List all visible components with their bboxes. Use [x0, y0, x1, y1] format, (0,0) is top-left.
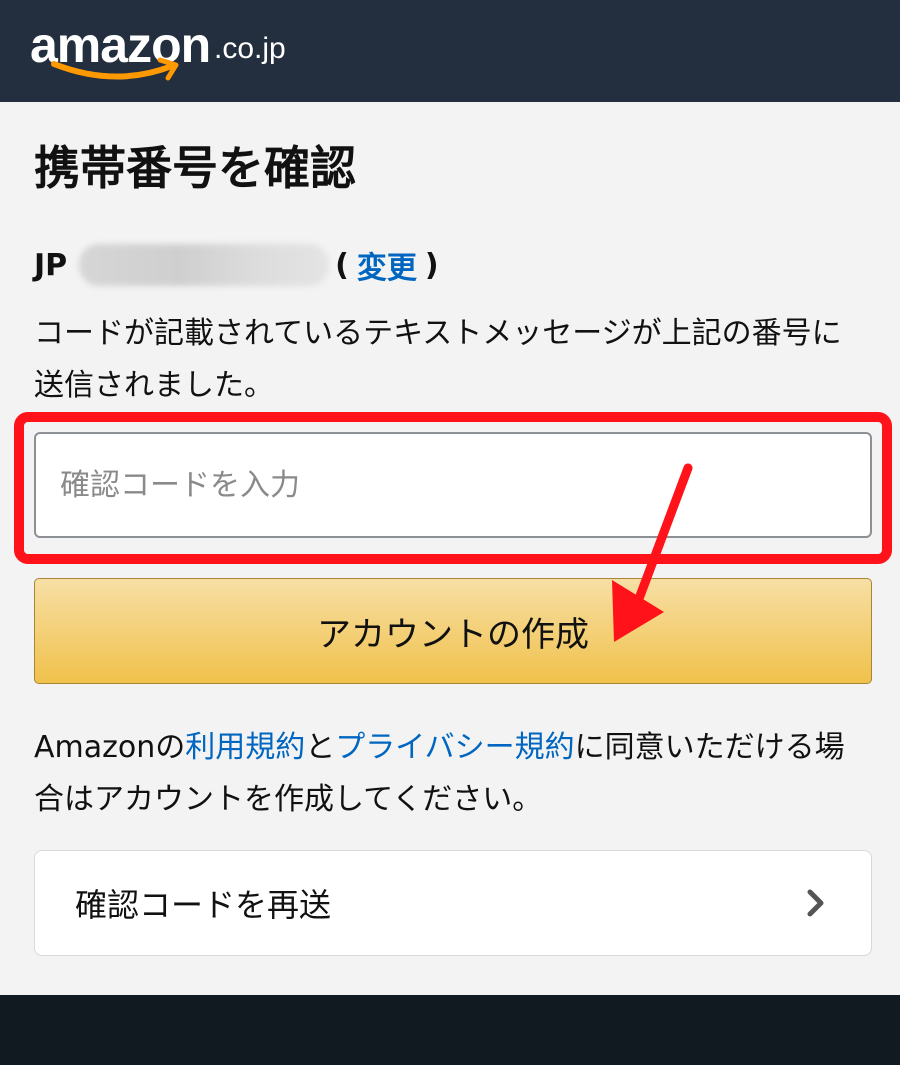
resend-code-label: 確認コードを再送	[75, 886, 332, 924]
terms-notice: Amazonの利用規約とプライバシー規約に同意いただける場合はアカウントを作成し…	[34, 722, 870, 826]
change-number-link[interactable]: 変更	[357, 243, 417, 287]
resend-code-button[interactable]: 確認コードを再送	[34, 850, 872, 956]
footer-bar	[0, 995, 900, 1065]
country-code: JP	[34, 247, 68, 283]
chevron-right-icon	[801, 888, 831, 918]
smile-arrow-icon	[51, 57, 179, 81]
create-account-button[interactable]: アカウントの作成	[34, 578, 872, 684]
close-paren: )	[424, 247, 439, 283]
phone-number-row: JP ( 変更 )	[34, 240, 439, 290]
amazon-logo[interactable]: amazon .co.jp	[30, 8, 310, 88]
privacy-policy-link[interactable]: プライバシー規約	[335, 730, 574, 765]
logo-domain: .co.jp	[214, 32, 286, 65]
sms-sent-description: コードが記載されているテキストメッセージが上記の番号に送信されました。	[34, 316, 842, 403]
highlight-box	[14, 412, 892, 564]
terms-of-use-link[interactable]: 利用規約	[185, 730, 305, 765]
main-content: 携帯番号を確認 JP ( 変更 ) コードが記載されているテキストメッセージが上…	[0, 102, 900, 995]
page-title: 携帯番号を確認	[34, 141, 356, 195]
masked-phone-number	[79, 244, 330, 286]
terms-middle: と	[305, 730, 336, 765]
terms-prefix: Amazonの	[34, 730, 186, 765]
top-header: amazon .co.jp	[0, 0, 900, 102]
open-paren: (	[335, 247, 349, 283]
